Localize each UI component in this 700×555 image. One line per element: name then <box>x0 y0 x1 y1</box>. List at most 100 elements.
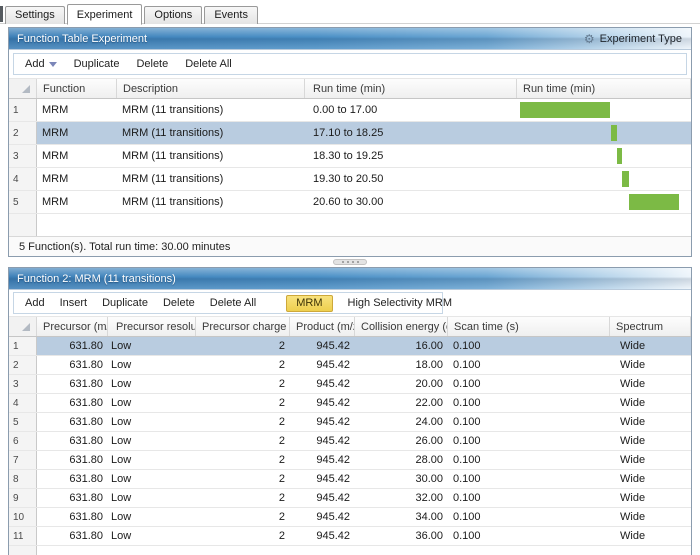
row-number[interactable]: 5 <box>9 413 37 431</box>
cell-charge: 2 <box>196 337 290 355</box>
transition-row[interactable]: 2 631.80 Low 2 945.42 18.00 0.100 Wide <box>9 356 691 375</box>
cell-charge: 2 <box>196 508 290 526</box>
column-header-function[interactable]: Function <box>37 79 117 98</box>
duplicate-button[interactable]: Duplicate <box>102 297 148 309</box>
function-detail-panel-header: Function 2: MRM (11 transitions) <box>9 268 691 290</box>
cell-function: MRM <box>37 168 117 190</box>
delete-all-button[interactable]: Delete All <box>210 297 256 309</box>
row-number[interactable]: 4 <box>9 168 37 190</box>
run-time-bar <box>629 194 679 210</box>
gantt-plot-area <box>520 191 679 213</box>
row-number[interactable]: 4 <box>9 394 37 412</box>
transition-row[interactable]: 9 631.80 Low 2 945.42 32.00 0.100 Wide <box>9 489 691 508</box>
row-number[interactable]: 1 <box>9 99 37 121</box>
function-row[interactable]: 1 MRM MRM (11 transitions) 0.00 to 17.00 <box>9 99 691 122</box>
add-button[interactable]: Add <box>25 297 45 309</box>
cell-resolution: Low <box>108 451 196 469</box>
cell-energy: 24.00 <box>355 413 448 431</box>
cell-energy: 18.00 <box>355 356 448 374</box>
cell-product: 945.42 <box>290 337 355 355</box>
cell-run-time: 19.30 to 20.50 <box>305 168 517 190</box>
transition-row[interactable]: 7 631.80 Low 2 945.42 28.00 0.100 Wide <box>9 451 691 470</box>
cell-run-time-chart <box>517 168 691 190</box>
column-header-scan-time[interactable]: Scan time (s) <box>448 317 610 336</box>
column-header-run-time[interactable]: Run time (min) <box>305 79 517 98</box>
function-table-panel: Function Table Experiment ⚙ Experiment T… <box>8 27 692 257</box>
cell-run-time: 17.10 to 18.25 <box>305 122 517 144</box>
delete-all-button[interactable]: Delete All <box>185 58 231 70</box>
add-label: Add <box>25 58 45 70</box>
cell-energy: 36.00 <box>355 527 448 545</box>
row-number[interactable]: 5 <box>9 191 37 213</box>
transition-row[interactable]: 6 631.80 Low 2 945.42 26.00 0.100 Wide <box>9 432 691 451</box>
transition-row[interactable]: 1 631.80 Low 2 945.42 16.00 0.100 Wide <box>9 337 691 356</box>
column-header-product[interactable]: Product (m/z) <box>290 317 355 336</box>
row-number[interactable]: 10 <box>9 508 37 526</box>
cell-charge: 2 <box>196 375 290 393</box>
row-number[interactable]: 7 <box>9 451 37 469</box>
row-number[interactable]: 6 <box>9 432 37 450</box>
tab-experiment[interactable]: Experiment <box>67 4 143 25</box>
mrm-mode-button[interactable]: MRM <box>286 295 332 312</box>
function-row[interactable]: 5 MRM MRM (11 transitions) 20.60 to 30.0… <box>9 191 691 214</box>
gantt-plot-area <box>520 145 679 167</box>
tab-options[interactable]: Options <box>144 6 202 24</box>
run-time-bar <box>617 148 622 164</box>
function-detail-toolbar: Add Insert Duplicate Delete Delete All M… <box>13 292 443 314</box>
cell-precursor: 631.80 <box>37 375 108 393</box>
row-number[interactable]: 11 <box>9 527 37 545</box>
panel-splitter[interactable] <box>0 257 700 267</box>
cell-energy: 26.00 <box>355 432 448 450</box>
transition-row[interactable]: 11 631.80 Low 2 945.42 36.00 0.100 Wide <box>9 527 691 546</box>
gantt-plot-area <box>520 168 679 190</box>
column-header-energy[interactable]: Collision energy (eV) <box>355 317 448 336</box>
cell-precursor: 631.80 <box>37 356 108 374</box>
column-header-charge[interactable]: Precursor charge state <box>196 317 290 336</box>
select-all-corner[interactable] <box>9 317 37 336</box>
transition-row[interactable]: 5 631.80 Low 2 945.42 24.00 0.100 Wide <box>9 413 691 432</box>
row-number[interactable]: 8 <box>9 470 37 488</box>
panel-title: Function Table Experiment <box>9 33 147 45</box>
experiment-type-button[interactable]: ⚙ Experiment Type <box>584 33 691 45</box>
function-row[interactable]: 2 MRM MRM (11 transitions) 17.10 to 18.2… <box>9 122 691 145</box>
cell-resolution: Low <box>108 527 196 545</box>
transition-row[interactable]: 10 631.80 Low 2 945.42 34.00 0.100 Wide <box>9 508 691 527</box>
cell-precursor: 631.80 <box>37 451 108 469</box>
cell-spectrum: Wide <box>610 527 691 545</box>
row-number[interactable]: 2 <box>9 122 37 144</box>
duplicate-button[interactable]: Duplicate <box>74 58 120 70</box>
cell-description: MRM (11 transitions) <box>117 145 305 167</box>
tab-settings[interactable]: Settings <box>5 6 65 24</box>
transition-row[interactable]: 8 631.80 Low 2 945.42 30.00 0.100 Wide <box>9 470 691 489</box>
function-row[interactable]: 4 MRM MRM (11 transitions) 19.30 to 20.5… <box>9 168 691 191</box>
insert-button[interactable]: Insert <box>60 297 88 309</box>
row-number[interactable]: 3 <box>9 145 37 167</box>
select-all-corner[interactable] <box>9 79 37 98</box>
transition-row[interactable]: 4 631.80 Low 2 945.42 22.00 0.100 Wide <box>9 394 691 413</box>
high-selectivity-mrm-button[interactable]: High Selectivity MRM <box>348 297 453 309</box>
function-table-empty-area <box>9 214 691 236</box>
column-header-precursor[interactable]: Precursor (m/z) <box>37 317 108 336</box>
column-header-run-time-chart[interactable]: Run time (min) <box>517 79 691 98</box>
tab-events[interactable]: Events <box>204 6 258 24</box>
column-header-spectrum[interactable]: Spectrum <box>610 317 691 336</box>
row-number[interactable]: 2 <box>9 356 37 374</box>
row-number[interactable]: 3 <box>9 375 37 393</box>
add-button[interactable]: Add <box>25 58 57 71</box>
column-header-resolution[interactable]: Precursor resolution <box>108 317 196 336</box>
function-row[interactable]: 3 MRM MRM (11 transitions) 18.30 to 19.2… <box>9 145 691 168</box>
delete-button[interactable]: Delete <box>136 58 168 70</box>
cell-run-time-chart <box>517 99 691 121</box>
row-number[interactable]: 1 <box>9 337 37 355</box>
row-number[interactable]: 9 <box>9 489 37 507</box>
delete-button[interactable]: Delete <box>163 297 195 309</box>
column-header-description[interactable]: Description <box>117 79 305 98</box>
cell-description: MRM (11 transitions) <box>117 122 305 144</box>
transition-table-empty-area <box>9 546 691 555</box>
tab-strip: Settings Experiment Options Events <box>0 0 700 24</box>
cell-scan-time: 0.100 <box>448 432 610 450</box>
cell-precursor: 631.80 <box>37 508 108 526</box>
transition-row[interactable]: 3 631.80 Low 2 945.42 20.00 0.100 Wide <box>9 375 691 394</box>
cell-resolution: Low <box>108 394 196 412</box>
cell-description: MRM (11 transitions) <box>117 168 305 190</box>
